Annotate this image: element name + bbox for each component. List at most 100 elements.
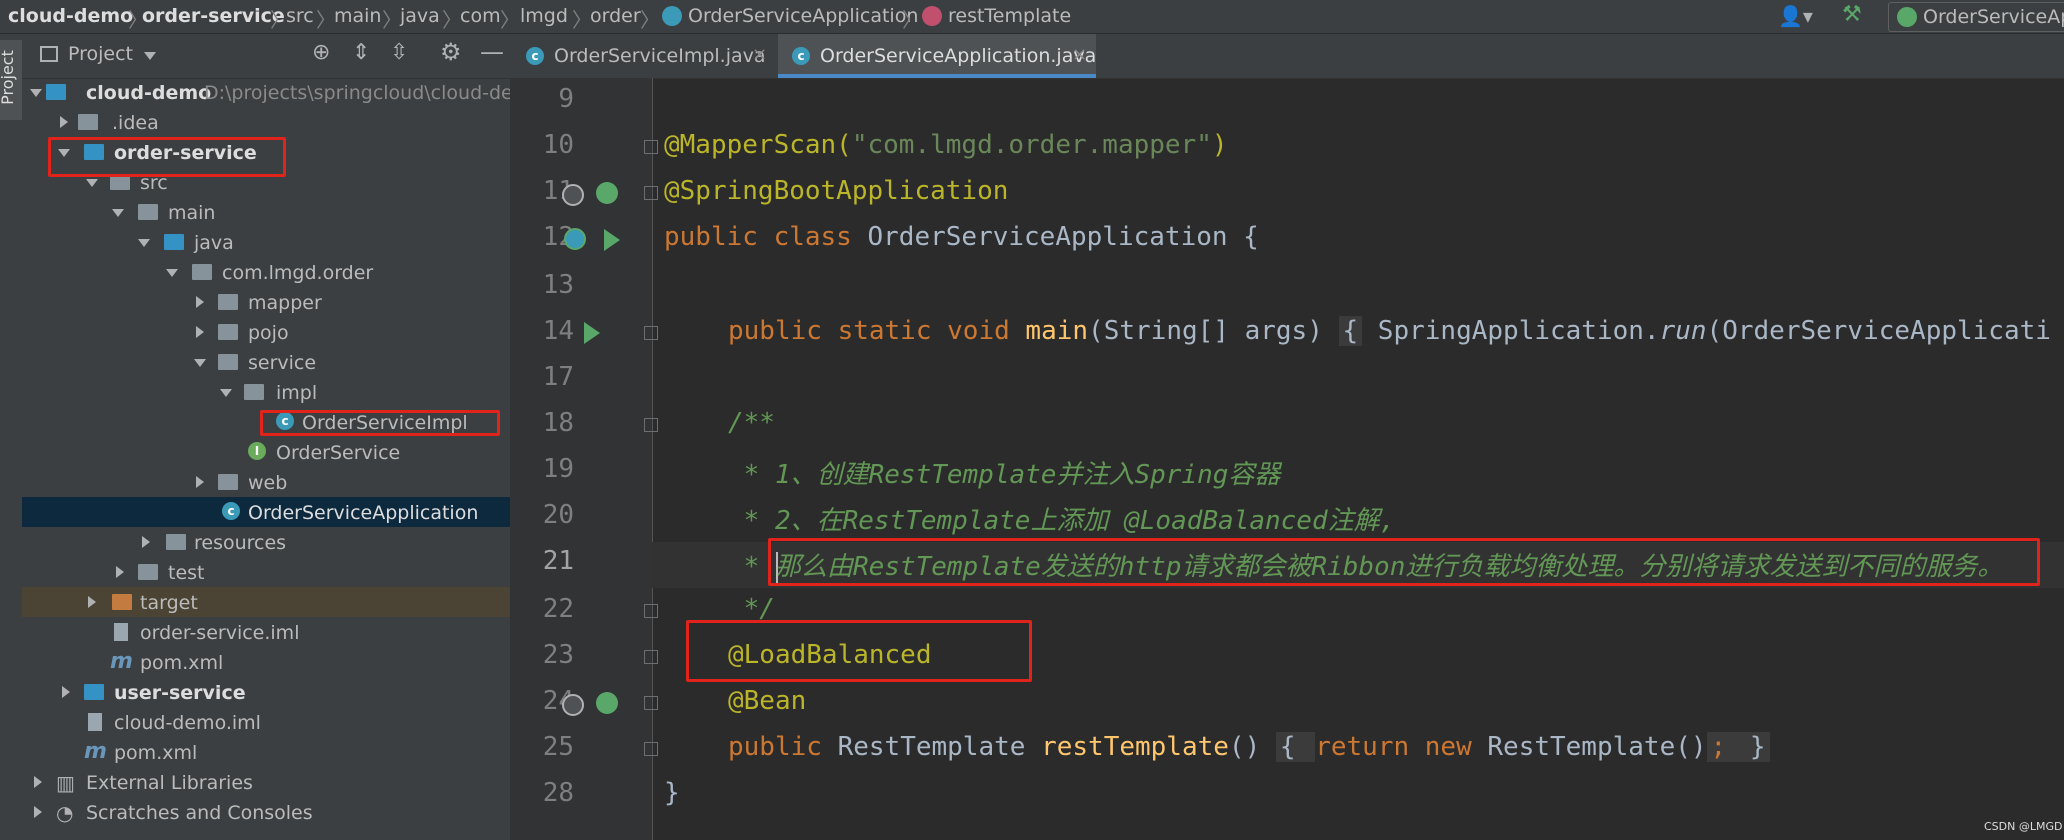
fold-marker-icon[interactable] xyxy=(644,650,658,664)
fold-marker-icon[interactable] xyxy=(644,186,658,200)
tree-item-impl[interactable]: impl xyxy=(22,377,510,407)
tree-item-test[interactable]: test xyxy=(22,557,510,587)
project-tool-tab[interactable]: Project xyxy=(0,40,22,120)
fold-marker-icon[interactable] xyxy=(644,604,658,618)
breadcrumb-item[interactable]: java xyxy=(400,5,440,27)
tree-item-cloud-demo[interactable]: cloud-demo D:\projects\springcloud\cloud… xyxy=(22,77,531,107)
run-icon[interactable] xyxy=(584,322,600,344)
tree-item-label: java xyxy=(194,232,234,254)
search-bean-icon[interactable] xyxy=(562,184,584,206)
fold-expand-icon[interactable] xyxy=(644,326,658,340)
tree-item-resources[interactable]: resources xyxy=(22,527,510,557)
navigate-bean-icon[interactable] xyxy=(562,694,584,716)
tree-item-cloud-demo-iml[interactable]: cloud-demo.iml xyxy=(22,707,510,737)
code-line[interactable]: @MapperScan("com.lmgd.order.mapper") xyxy=(664,130,1228,160)
chevron-right-icon[interactable] xyxy=(34,806,42,818)
code-line[interactable]: public RestTemplate restTemplate() { ret… xyxy=(728,732,1770,762)
run-config-selector[interactable]: OrderServiceAp xyxy=(1888,2,2064,32)
tree-item-order-service-application[interactable]: c OrderServiceApplication xyxy=(22,497,510,527)
tree-item-main[interactable]: main xyxy=(22,197,510,227)
code-token: return new xyxy=(1315,732,1488,762)
chevron-right-icon[interactable] xyxy=(62,686,70,698)
code-line[interactable]: public static void main(String[] args) {… xyxy=(728,316,2051,346)
tree-item-order-service-interface[interactable]: I OrderService xyxy=(22,437,510,467)
tree-item-service[interactable]: service xyxy=(22,347,510,377)
maven-icon: m xyxy=(110,649,133,674)
tree-item-scratches[interactable]: ◔ Scratches and Consoles xyxy=(22,797,510,827)
tree-item-root-pom-xml[interactable]: m pom.xml xyxy=(22,737,510,767)
tree-item-web[interactable]: web xyxy=(22,467,510,497)
tree-item-idea[interactable]: .idea xyxy=(22,107,510,137)
code-line[interactable]: /** xyxy=(728,408,775,438)
build-hammer-icon[interactable]: ⚒ xyxy=(1842,2,1862,27)
chevron-down-icon[interactable] xyxy=(112,209,124,217)
chevron-right-icon[interactable] xyxy=(116,566,124,578)
chevron-right-icon[interactable] xyxy=(60,116,68,128)
chevron-down-icon[interactable] xyxy=(166,269,178,277)
close-icon[interactable]: × xyxy=(752,44,767,65)
collapse-all-icon[interactable]: ⇳ xyxy=(390,40,408,65)
chevron-down-icon[interactable] xyxy=(194,359,206,367)
breadcrumb-item[interactable]: restTemplate xyxy=(948,5,1071,27)
breadcrumb-item[interactable]: order-service xyxy=(142,5,285,27)
expand-all-icon[interactable]: ⇕ xyxy=(352,40,370,65)
chevron-down-icon[interactable] xyxy=(86,179,98,187)
chevron-down-icon[interactable] xyxy=(220,389,232,397)
locate-crosshair-icon[interactable]: ⊕ xyxy=(312,40,330,65)
user-icon[interactable]: 👤▾ xyxy=(1778,4,1813,28)
tree-item-java[interactable]: java xyxy=(22,227,510,257)
breadcrumb-item[interactable]: com xyxy=(460,5,501,27)
chevron-right-icon[interactable] xyxy=(196,296,204,308)
breadcrumb-item[interactable]: cloud-demo xyxy=(8,5,133,27)
tree-item-pom-xml[interactable]: m pom.xml xyxy=(22,647,510,677)
minimize-icon[interactable]: — xyxy=(480,38,504,66)
breadcrumb-item[interactable]: order xyxy=(590,5,641,27)
module-folder-icon xyxy=(46,84,66,100)
code-line[interactable]: @SpringBootApplication xyxy=(664,176,1008,206)
tree-item-user-service[interactable]: user-service xyxy=(22,677,510,707)
tree-item-label: Scratches and Consoles xyxy=(86,802,313,824)
code-line[interactable]: public class OrderServiceApplication { xyxy=(664,222,1259,252)
tab-order-service-impl[interactable]: c OrderServiceImpl.java × xyxy=(510,34,776,78)
code-line[interactable]: @Bean xyxy=(728,686,806,716)
fold-marker-icon[interactable] xyxy=(644,696,658,710)
tree-item-label: External Libraries xyxy=(86,772,253,794)
code-token: main xyxy=(1025,316,1089,346)
chevron-down-icon[interactable] xyxy=(138,239,150,247)
run-icon[interactable] xyxy=(604,229,620,251)
close-icon[interactable]: × xyxy=(1072,44,1087,65)
fold-expand-icon[interactable] xyxy=(644,742,658,756)
code-line[interactable]: } xyxy=(664,778,680,808)
chevron-down-icon[interactable] xyxy=(30,89,42,97)
code-line[interactable]: * 1、创建RestTemplate并注入Spring容器 xyxy=(728,454,1281,491)
chevron-right-icon[interactable] xyxy=(34,776,42,788)
chevron-right-icon[interactable] xyxy=(142,536,150,548)
fold-marker-icon[interactable] xyxy=(644,140,658,154)
tree-item-target[interactable]: target xyxy=(22,587,510,617)
chevron-right-icon[interactable] xyxy=(196,476,204,488)
breadcrumb-separator: 〉 xyxy=(500,8,520,32)
breadcrumb-item[interactable]: src xyxy=(286,5,314,27)
code-token: OrderServiceApplication { xyxy=(867,222,1259,252)
gear-icon[interactable]: ⚙ xyxy=(440,38,462,66)
chevron-right-icon[interactable] xyxy=(196,326,204,338)
spring-bean-icon[interactable] xyxy=(596,692,618,714)
project-view-selector[interactable]: Project xyxy=(68,43,133,65)
line-number: 19 xyxy=(542,454,574,484)
breadcrumb-item[interactable]: main xyxy=(334,5,381,27)
tree-item-mapper[interactable]: mapper xyxy=(22,287,510,317)
fold-marker-icon[interactable] xyxy=(644,418,658,432)
tree-item-package[interactable]: com.lmgd.order xyxy=(22,257,510,287)
tab-order-service-application[interactable]: c OrderServiceApplication.java × xyxy=(778,34,1096,78)
tree-item-label: target xyxy=(140,592,198,614)
chevron-right-icon[interactable] xyxy=(88,596,96,608)
spring-boot-icon[interactable] xyxy=(564,228,586,250)
spring-bean-icon[interactable] xyxy=(596,182,618,204)
code-line[interactable]: * 2、在RestTemplate上添加 @LoadBalanced注解, xyxy=(728,500,1396,537)
tree-item-pojo[interactable]: pojo xyxy=(22,317,510,347)
chevron-down-icon[interactable] xyxy=(144,52,156,60)
breadcrumb-item[interactable]: OrderServiceApplication xyxy=(688,5,918,27)
breadcrumb-item[interactable]: lmgd xyxy=(520,5,568,27)
tree-item-external-libraries[interactable]: ▥ External Libraries xyxy=(22,767,510,797)
tree-item-order-service-iml[interactable]: order-service.iml xyxy=(22,617,510,647)
